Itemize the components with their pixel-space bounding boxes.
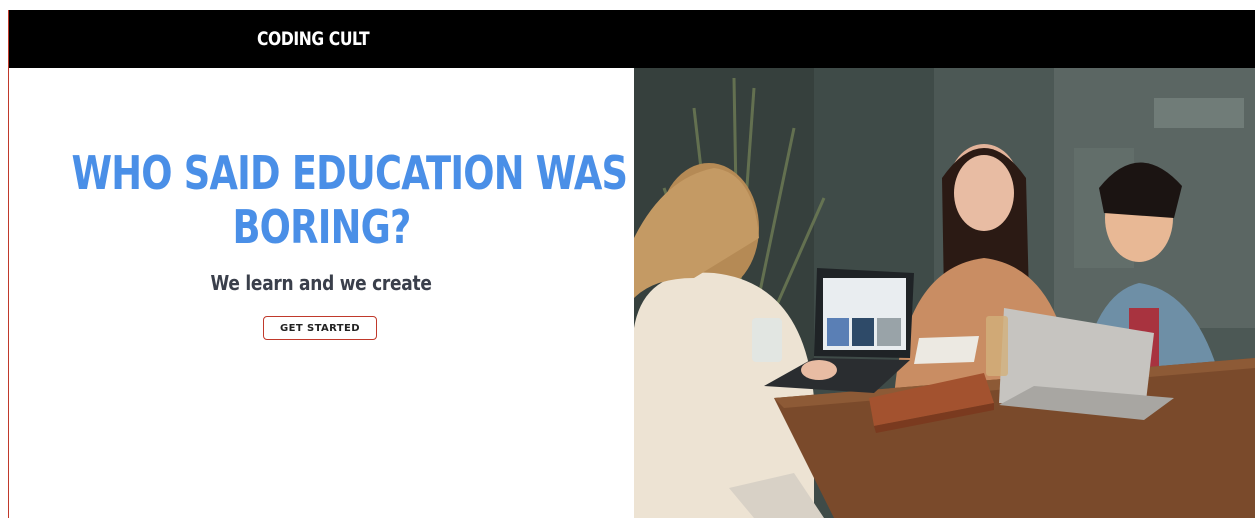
page: CODING CULT WHO SAID EDUCATION WAS BORIN… xyxy=(0,0,1255,518)
hero-headline: WHO SAID EDUCATION WAS BORING? xyxy=(9,146,634,254)
hero-text-panel: WHO SAID EDUCATION WAS BORING? We learn … xyxy=(9,68,634,518)
hero-subheadline-text: We learn and we create xyxy=(210,271,433,295)
navbar: CODING CULT xyxy=(9,10,1255,68)
top-strip xyxy=(0,0,1255,10)
get-started-button[interactable]: GET STARTED xyxy=(263,316,377,340)
brand-logo-link[interactable]: CODING CULT xyxy=(257,28,370,50)
hero-headline-line-2: BORING? xyxy=(232,200,411,254)
hero-subheadline: We learn and we create xyxy=(9,271,634,295)
hero-headline-line-1: WHO SAID EDUCATION WAS xyxy=(71,146,629,200)
hero-photo xyxy=(634,68,1255,518)
hero-photo-illustration xyxy=(634,68,1255,518)
